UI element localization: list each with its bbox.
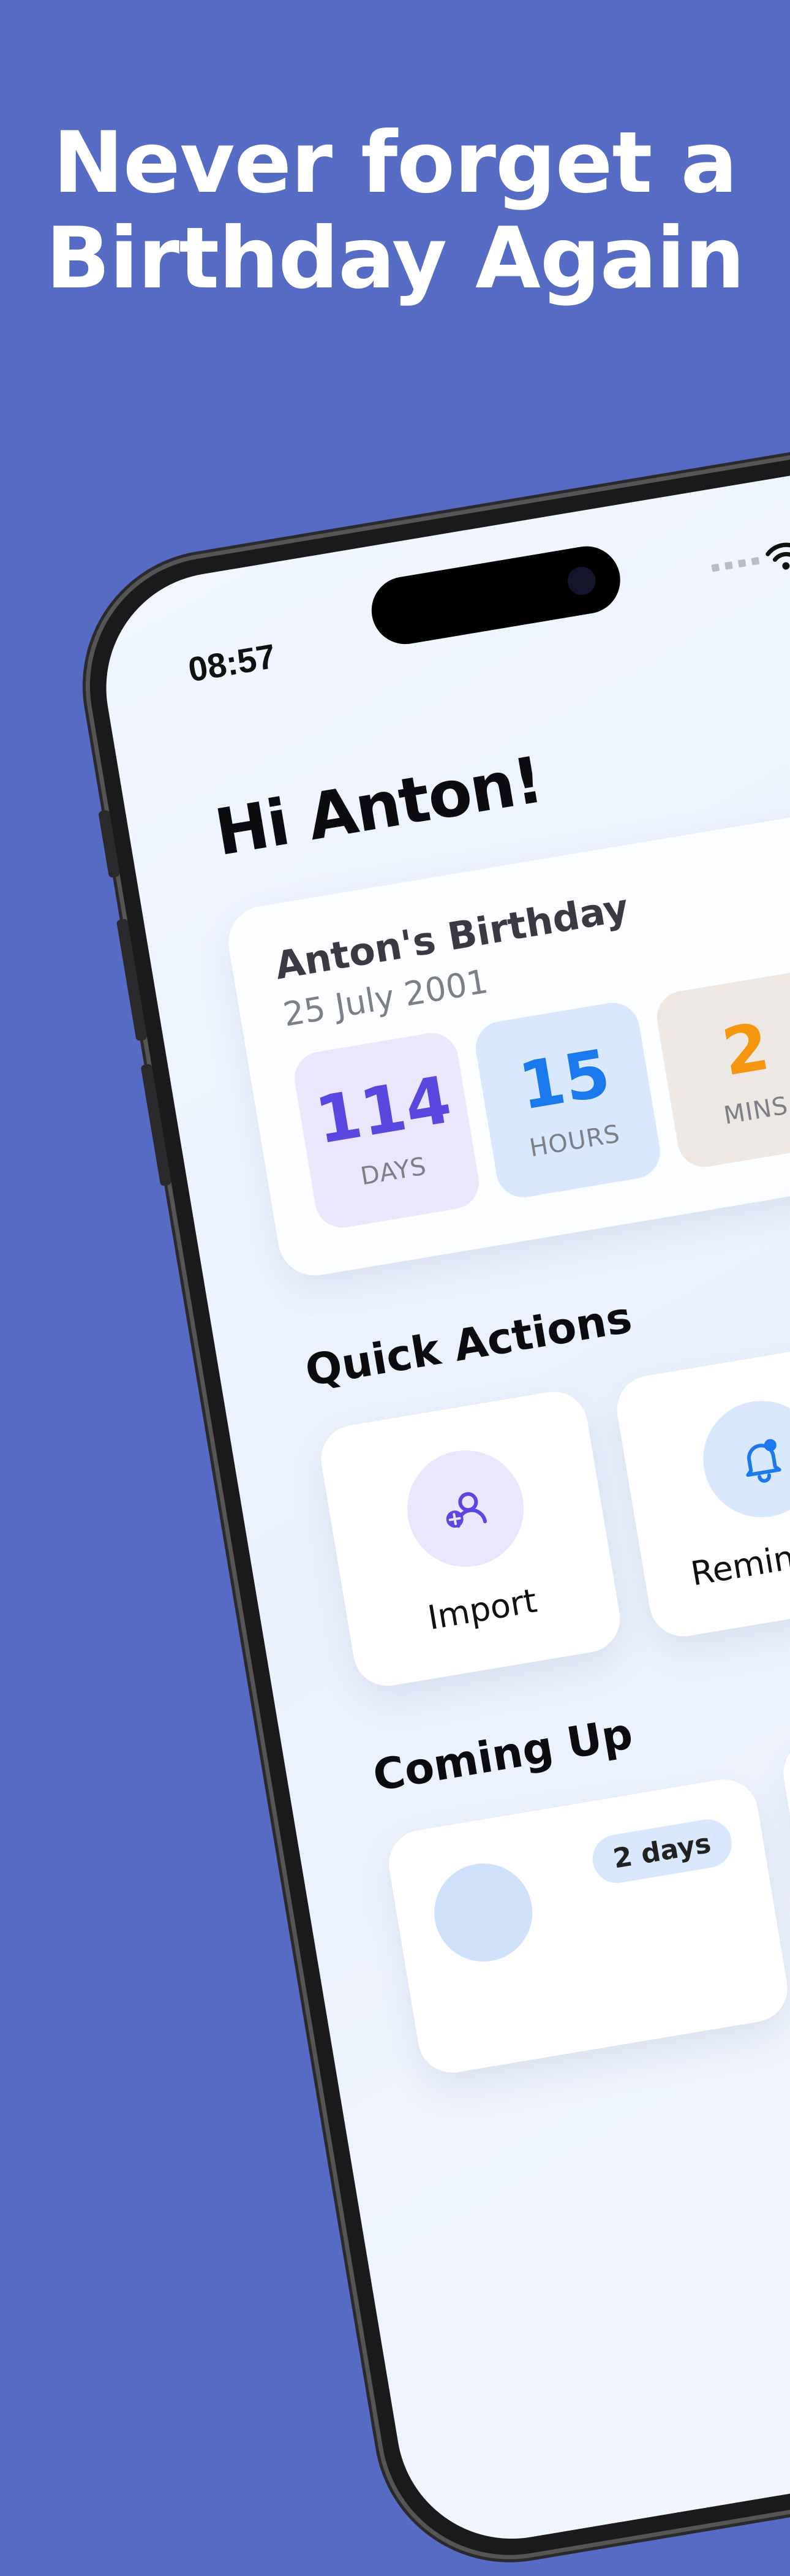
countdown-hours: 15 HOURS [472, 998, 664, 1202]
phone-screen: 08:57 Hi Anton! Anton's Birthday 25 July… [89, 442, 790, 2556]
volume-up-button [116, 919, 148, 1042]
import-icon-circle [398, 1441, 533, 1576]
countdown-hours-value: 15 [513, 1035, 615, 1125]
headline-line-1: Never forget a [53, 113, 737, 212]
quick-actions-title: Quick Actions [301, 1292, 636, 1396]
reminders-icon-circle [694, 1392, 790, 1526]
headline-line-2: Birthday Again [45, 209, 745, 308]
status-time: 08:57 [185, 636, 279, 689]
camera-icon [565, 564, 598, 597]
volume-down-button [140, 1063, 172, 1186]
countdown-days: 114 DAYS [290, 1029, 483, 1232]
dynamic-island [366, 541, 626, 650]
countdown-mins-value: 2 [717, 1008, 775, 1091]
birthday-countdown-card[interactable]: Anton's Birthday 25 July 2001 114 DAYS 1… [223, 796, 790, 1281]
phone-mockup: 08:57 Hi Anton! Anton's Birthday 25 July… [70, 424, 790, 2575]
reminders-button[interactable]: Reminders [612, 1337, 790, 1642]
add-contact-icon [446, 1492, 487, 1528]
days-left-badge: 2 days [589, 1816, 735, 1887]
action-button [98, 809, 121, 878]
marketing-headline: Never forget a Birthday Again [0, 115, 790, 306]
greeting-title: Hi Anton! [209, 742, 547, 871]
cellular-signal-icon [711, 556, 760, 572]
countdown-mins: 2 MINS [653, 968, 790, 1172]
bell-icon [746, 1439, 781, 1483]
wifi-icon [766, 542, 790, 570]
countdown-days-value: 114 [310, 1061, 457, 1159]
reminders-label: Reminders [688, 1526, 790, 1594]
import-label: Import [425, 1581, 540, 1638]
coming-up-title: Coming Up [369, 1708, 636, 1801]
avatar [427, 1856, 540, 1969]
upcoming-birthday-card[interactable]: 2 days [383, 1774, 790, 2078]
import-button[interactable]: Import [315, 1386, 625, 1691]
